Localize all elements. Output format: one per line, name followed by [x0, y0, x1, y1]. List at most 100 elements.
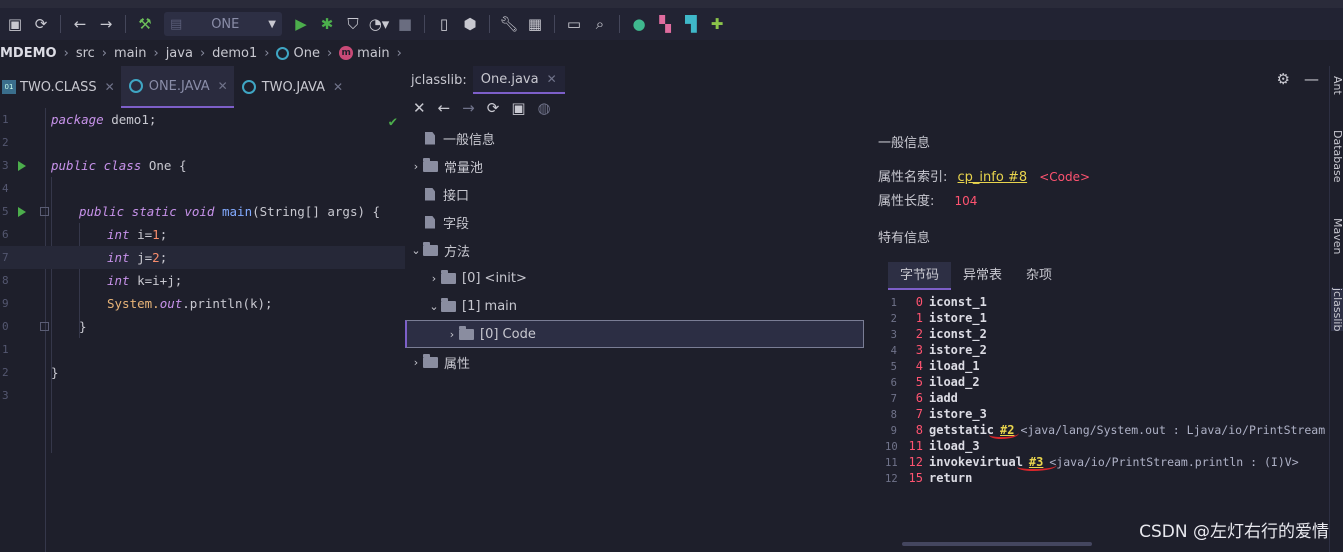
- refresh-icon[interactable]: ⟳: [487, 99, 500, 117]
- breadcrumb-item-src[interactable]: src ›: [76, 46, 114, 61]
- breadcrumb-item-project[interactable]: MDEMO ›: [0, 46, 76, 61]
- horizontal-scrollbar[interactable]: [902, 542, 1092, 546]
- line-number: 7: [2, 251, 9, 264]
- toolbar-divider: [424, 15, 425, 33]
- tree-item-general-info[interactable]: 一般信息: [425, 124, 495, 152]
- line-number: 4: [2, 182, 9, 195]
- chevron-right-icon[interactable]: ›: [409, 160, 423, 173]
- tree-item-method-main[interactable]: ⌄ [1] main: [427, 292, 517, 320]
- tree-item-constant-pool[interactable]: › 常量池: [409, 152, 483, 180]
- tab-exception-table[interactable]: 异常表: [951, 262, 1014, 290]
- device-icon[interactable]: ▯: [431, 11, 457, 37]
- tree-item-attributes[interactable]: › 属性: [409, 348, 470, 376]
- breadcrumb-item-class[interactable]: One ›: [276, 46, 339, 61]
- bytecode-line: 5 4 iload_1: [885, 358, 980, 374]
- close-icon[interactable]: ✕: [547, 72, 557, 86]
- chevron-right-icon[interactable]: ›: [427, 272, 441, 285]
- run-gutter-icon[interactable]: [18, 161, 26, 171]
- offset: 7: [915, 407, 923, 421]
- bytecode-line: 4 3 istore_2: [885, 342, 987, 358]
- breadcrumb-item-demo1[interactable]: demo1 ›: [212, 46, 276, 61]
- sidebar-item-database[interactable]: Database: [1331, 130, 1343, 183]
- tab-one-java-bytecode[interactable]: One.java ✕: [472, 66, 565, 94]
- structure-icon[interactable]: ▦: [522, 11, 548, 37]
- gear-icon[interactable]: ⚙: [1277, 70, 1290, 88]
- run-gutter-icon[interactable]: [18, 207, 26, 217]
- stop-icon[interactable]: ■: [392, 11, 418, 37]
- tab-misc[interactable]: 杂项: [1014, 262, 1064, 290]
- tab-label: ONE.JAVA: [148, 78, 210, 94]
- puzzle-icon[interactable]: ✚: [704, 11, 730, 37]
- tree-item-fields[interactable]: 字段: [425, 208, 469, 236]
- sidebar-item-maven[interactable]: Maven: [1331, 218, 1343, 254]
- close-icon[interactable]: ✕: [218, 79, 228, 93]
- tab-two-java[interactable]: TWO.JAVA ✕: [234, 66, 349, 108]
- tree-item-methods[interactable]: ⌄ 方法: [409, 236, 470, 264]
- bytecode-line: 7 6 iadd: [885, 390, 958, 406]
- code-text: public class One {: [51, 154, 186, 177]
- fold-icon[interactable]: [40, 322, 49, 331]
- forward-icon[interactable]: →: [462, 99, 475, 117]
- tree-item-interfaces[interactable]: 接口: [425, 180, 469, 208]
- breadcrumb-label: main: [357, 45, 390, 61]
- chevron-right-icon[interactable]: ›: [445, 328, 459, 341]
- sidebar-item-jclasslib[interactable]: jclasslib: [1331, 288, 1343, 332]
- tool-icon[interactable]: ▜: [678, 11, 704, 37]
- profile-icon[interactable]: ◔▾: [366, 11, 392, 37]
- wrench-icon[interactable]: 🔧︎: [496, 11, 522, 37]
- tab-two-class[interactable]: 01 TWO.CLASS ✕: [0, 66, 121, 108]
- fold-icon[interactable]: [40, 207, 49, 216]
- jclasslib-tabs: jclasslib: One.java ✕ ⚙ —: [405, 66, 1329, 94]
- code-text: }: [79, 319, 87, 334]
- cp-info-link[interactable]: cp_info #8: [958, 170, 1028, 185]
- offset: 6: [915, 391, 923, 405]
- forward-icon[interactable]: →: [93, 11, 119, 37]
- constant-comment: <java/io/PrintStream.println : (I)V>: [1049, 455, 1299, 469]
- run-icon[interactable]: ▶: [288, 11, 314, 37]
- breadcrumb-label: java: [165, 45, 193, 61]
- close-icon[interactable]: ✕: [105, 80, 115, 94]
- chevron-down-icon[interactable]: ⌄: [409, 244, 423, 257]
- search-icon[interactable]: ⌕: [587, 11, 613, 37]
- code-line-current: 7 int j=2;: [0, 246, 405, 269]
- debug-icon[interactable]: ✱: [314, 11, 340, 37]
- breadcrumb-item-java[interactable]: java ›: [166, 46, 212, 61]
- code-line: 3: [0, 384, 405, 407]
- tab-one-java[interactable]: ONE.JAVA ✕: [120, 66, 234, 108]
- tab-bytecode[interactable]: 字节码: [888, 262, 952, 290]
- coverage-icon[interactable]: ⛉: [340, 11, 366, 37]
- close-icon[interactable]: ✕: [413, 99, 426, 117]
- code-editor[interactable]: 1 package demo1; ✔ 2 3 public class One …: [0, 108, 405, 552]
- close-icon[interactable]: ✕: [333, 80, 343, 94]
- breadcrumb-item-method[interactable]: m main ›: [339, 46, 409, 61]
- code-line: 2 }: [0, 361, 405, 384]
- minimize-icon[interactable]: —: [1304, 70, 1319, 88]
- code-token: ;: [159, 227, 168, 242]
- save-icon[interactable]: ▣: [511, 99, 525, 117]
- bytecode-line: 3 2 iconst_2: [885, 326, 987, 342]
- chevron-right-icon[interactable]: ›: [409, 356, 423, 369]
- sdk-icon[interactable]: ⬢: [457, 11, 483, 37]
- back-icon[interactable]: ←: [438, 99, 451, 117]
- back-icon[interactable]: ←: [67, 11, 93, 37]
- run-config-select[interactable]: ▤ ONE ▼: [164, 12, 282, 36]
- web-icon[interactable]: ◍: [538, 99, 551, 117]
- tree-item-code-selected[interactable]: › [0] Code: [405, 320, 864, 348]
- offset: 15: [908, 471, 923, 485]
- terminal-icon[interactable]: ▭: [561, 11, 587, 37]
- chevron-down-icon[interactable]: ⌄: [427, 300, 441, 313]
- sync-icon[interactable]: ⟳: [28, 11, 54, 37]
- breadcrumb-project-label: MDEMO: [0, 45, 57, 61]
- sidebar-item-ant[interactable]: Ant: [1331, 76, 1343, 95]
- plugin-icon[interactable]: ●: [626, 11, 652, 37]
- bytecode-line: 8 7 istore_3: [885, 406, 987, 422]
- breadcrumb-label: main: [114, 45, 147, 61]
- tree-item-method-init[interactable]: › [0] <init>: [427, 264, 527, 292]
- save-icon[interactable]: ▣: [2, 11, 28, 37]
- bytecode-line: 11 12 invokevirtual #3 <java/io/PrintStream.…: [885, 454, 1299, 470]
- palette-icon[interactable]: ▚: [652, 11, 678, 37]
- breadcrumb-label: src: [75, 45, 95, 61]
- build-icon[interactable]: ⚒: [132, 11, 158, 37]
- field-name: out: [159, 296, 183, 311]
- breadcrumb-item-main[interactable]: main ›: [114, 46, 166, 61]
